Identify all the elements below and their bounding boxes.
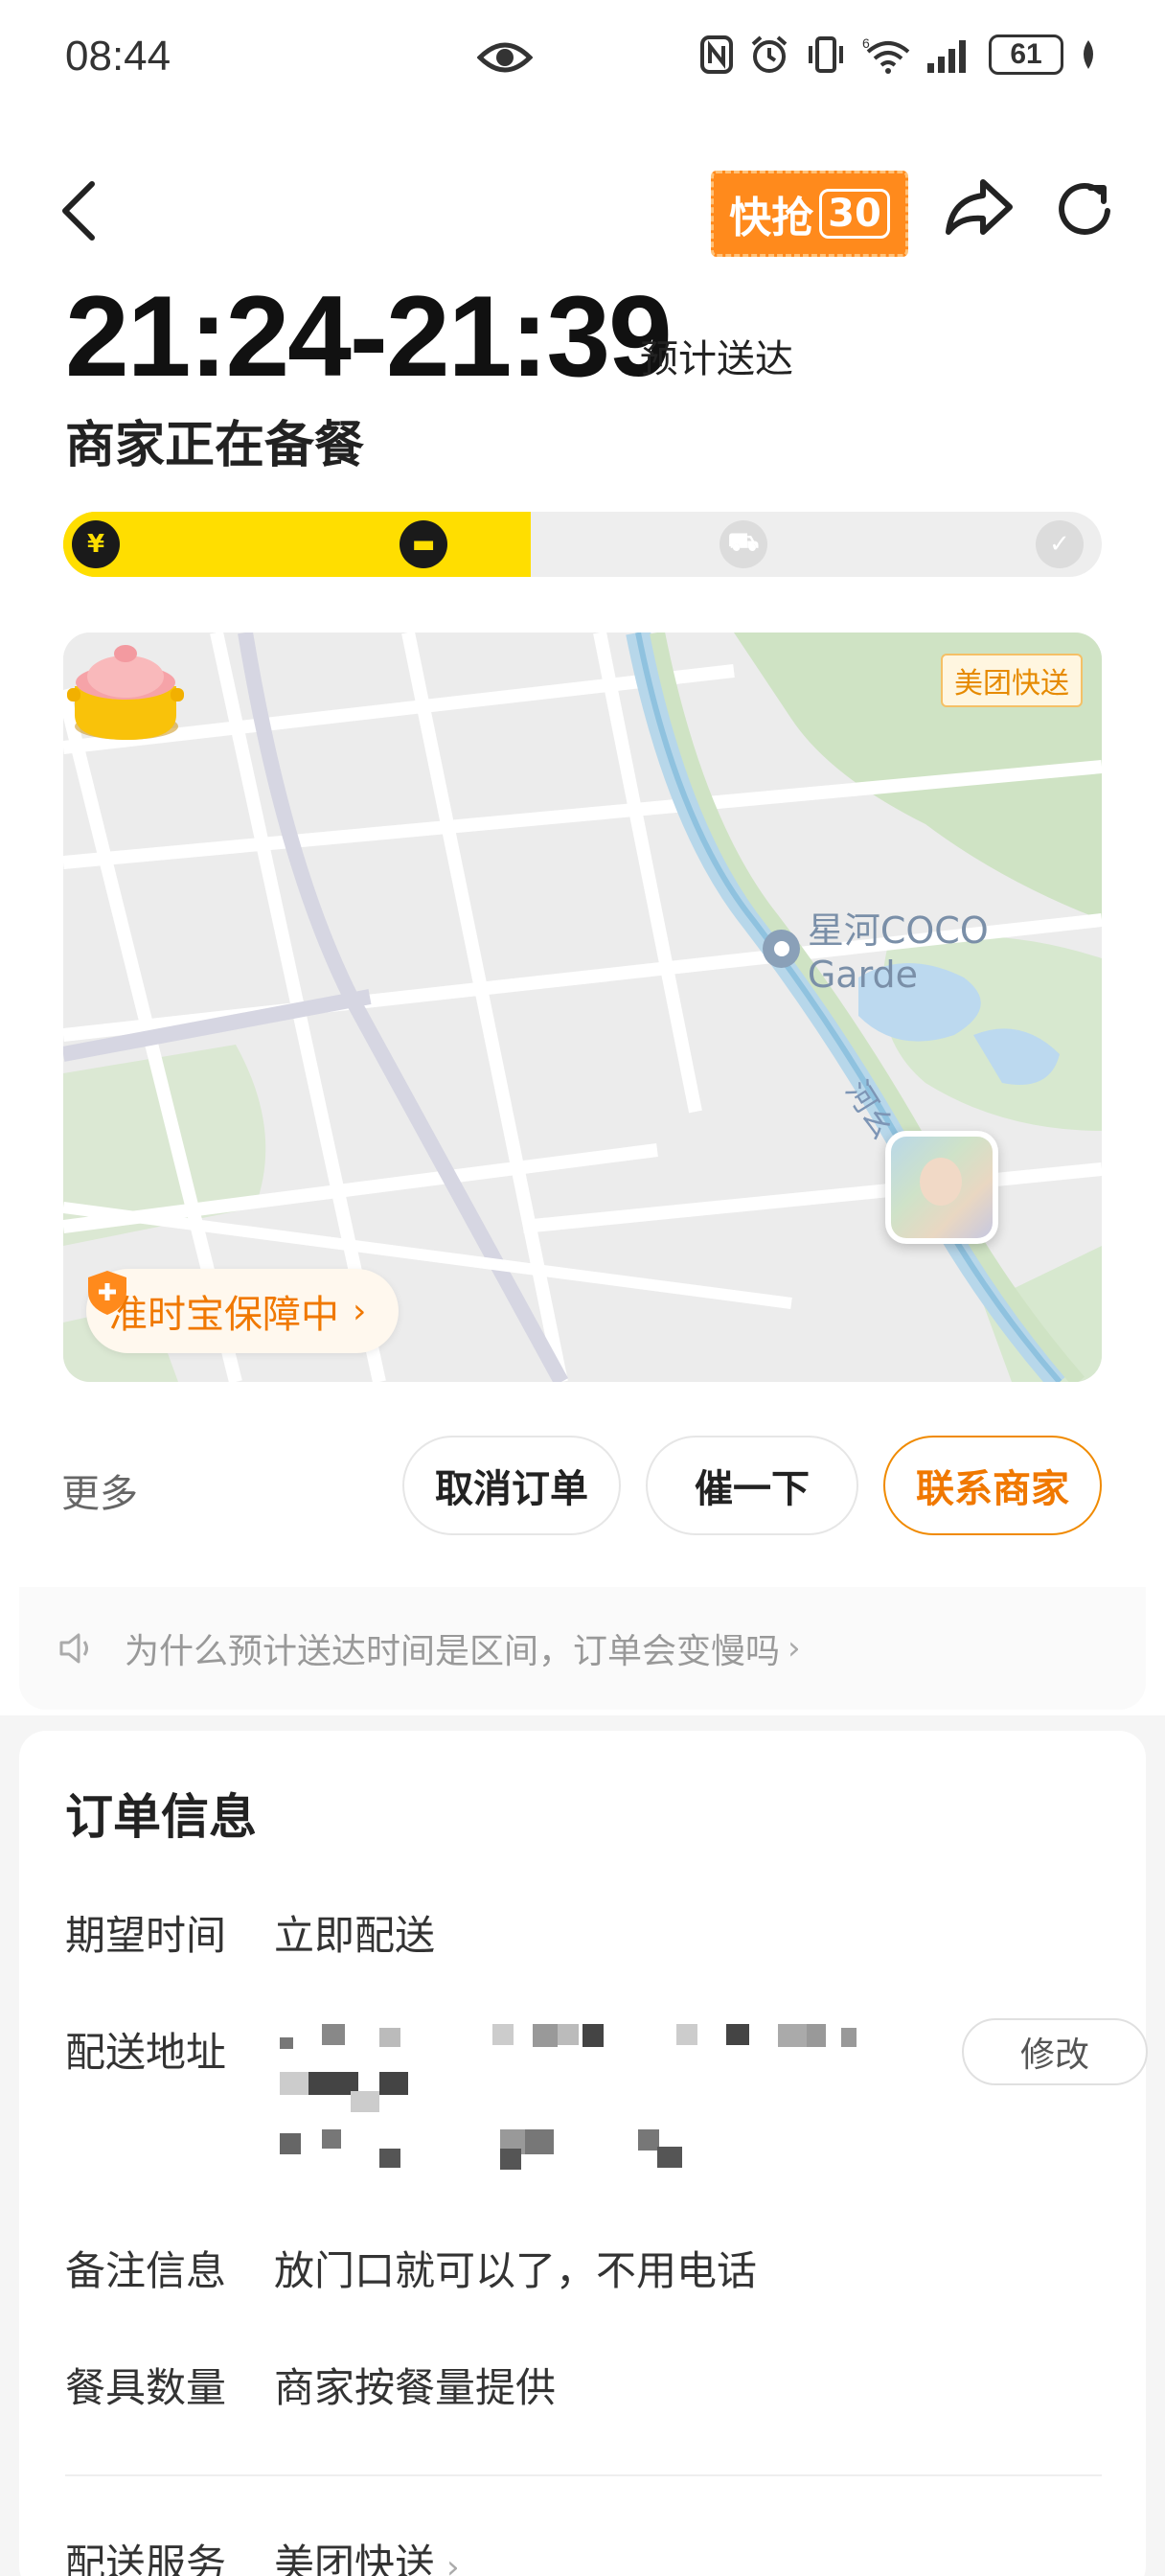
- location-pin-icon: [763, 929, 800, 968]
- eta-notice[interactable]: 为什么预计送达时间是区间，订单会变慢吗 ›: [19, 1587, 1146, 1710]
- delivery-service-label: 配送服务: [65, 2541, 227, 2576]
- signal-icon: [927, 40, 966, 73]
- alarm-icon: [751, 35, 788, 73]
- notice-text: 为什么预计送达时间是区间，订单会变慢吗: [125, 1632, 781, 1671]
- payment-yen-icon: ¥: [63, 512, 128, 577]
- map-brand-tag: 美团快送: [941, 654, 1083, 707]
- user-avatar-marker: [885, 1131, 998, 1244]
- leaf-icon: [1084, 40, 1093, 69]
- guarantee-label: 准时宝保障中: [109, 1293, 339, 1337]
- order-info-title: 订单信息: [65, 1789, 257, 1845]
- poi-label: 星河COCO Garde: [807, 909, 989, 996]
- contact-merchant-button[interactable]: 联系商家: [883, 1436, 1102, 1535]
- poi-marker[interactable]: 星河COCO Garde: [763, 901, 1102, 996]
- vibrate-icon: [809, 36, 843, 73]
- more-link[interactable]: 更多: [61, 1462, 138, 1518]
- address-label: 配送地址: [65, 2029, 227, 2076]
- delivery-service-value: 美团快送: [274, 2541, 436, 2576]
- remark-label: 备注信息: [65, 2247, 227, 2294]
- divider: [65, 2474, 1102, 2476]
- urge-button[interactable]: 催一下: [646, 1436, 858, 1535]
- avatar: [891, 1137, 993, 1238]
- check-icon: ✓: [1027, 512, 1092, 577]
- order-state: 商家正在备餐: [65, 417, 365, 474]
- order-info-card: 订单信息 期望时间 立即配送 配送地址 修改 备注信息 放门口就可以了，不用电话…: [19, 1731, 1148, 2576]
- eye-icon: [477, 42, 533, 73]
- expected-time-label: 期望时间: [65, 1912, 227, 1959]
- merchant-pot-icon: [67, 645, 184, 740]
- shield-icon: [88, 1271, 126, 1315]
- promo-badge-number: 30: [819, 189, 890, 239]
- utensils-value: 商家按餐量提供: [274, 2364, 557, 2411]
- promo-badge-label: 快抢: [729, 194, 814, 242]
- share-icon[interactable]: [945, 176, 1014, 238]
- eta-range: 21:24-21:39: [65, 272, 673, 401]
- back-icon[interactable]: [59, 180, 98, 242]
- status-icons: 6 61: [699, 34, 1098, 75]
- svg-text:6: 6: [862, 35, 870, 51]
- delivery-map[interactable]: 美团快送 星河COCO Garde 河幺 准时宝保障中 ›: [63, 632, 1102, 1382]
- expected-time-value: 立即配送: [274, 1912, 436, 1959]
- wifi-icon: 6: [862, 35, 910, 74]
- promo-badge[interactable]: 快抢 30: [711, 171, 908, 257]
- edit-address-button[interactable]: 修改: [962, 2018, 1148, 2085]
- refresh-icon[interactable]: [1054, 178, 1117, 242]
- delivery-scooter-icon: ⛟: [711, 512, 776, 577]
- battery-indicator: 61: [989, 34, 1063, 75]
- cooking-pot-icon: ▬: [391, 512, 456, 577]
- progress-fill: [63, 512, 531, 577]
- nfc-icon: [700, 35, 733, 74]
- chevron-right-icon: ›: [446, 2548, 460, 2576]
- status-bar: 08:44 6 61: [0, 0, 1165, 115]
- utensils-label: 餐具数量: [65, 2364, 227, 2411]
- speaker-icon: [59, 1633, 88, 1664]
- address-value-redacted: [274, 2018, 887, 2181]
- cancel-order-button[interactable]: 取消订单: [402, 1436, 621, 1535]
- on-time-guarantee-button[interactable]: 准时宝保障中 ›: [86, 1269, 400, 1353]
- progress-track: [63, 512, 1102, 577]
- remark-value: 放门口就可以了，不用电话: [274, 2247, 758, 2294]
- status-time: 08:44: [65, 33, 171, 80]
- chevron-right-icon: ›: [788, 1629, 801, 1668]
- eta-suffix: 预计送达: [640, 337, 793, 381]
- chevron-right-icon: ›: [353, 1291, 367, 1331]
- delivery-service-link[interactable]: 美团快送 ›: [274, 2532, 460, 2576]
